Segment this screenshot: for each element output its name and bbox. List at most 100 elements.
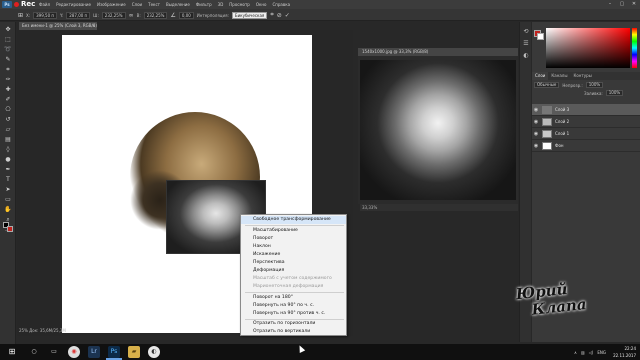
menu-filter[interactable]: Фильтр [193, 0, 215, 9]
path-select-tool-icon[interactable]: ➤ [3, 186, 13, 194]
menu-item-rotate-90-cw[interactable]: Повернуть на 90° по ч. с. [241, 302, 346, 310]
menu-window[interactable]: Окно [253, 0, 270, 9]
pen-tool-icon[interactable]: ✒ [3, 166, 13, 174]
rose-image[interactable] [360, 60, 516, 200]
interpolation-select[interactable]: Бикубическая [231, 11, 268, 19]
visibility-eye-icon[interactable]: ◉ [532, 119, 540, 125]
blur-tool-icon[interactable]: ◊ [3, 146, 13, 154]
history-panel-icon[interactable]: ⟲ [522, 28, 530, 36]
visibility-eye-icon[interactable]: ◉ [532, 131, 540, 137]
menu-item-perspective[interactable]: Перспектива [241, 259, 346, 267]
photoshop-taskbar-icon[interactable]: Ps [108, 346, 120, 358]
blend-mode-select[interactable]: Обычные [534, 82, 560, 88]
menu-item-skew[interactable]: Наклон [241, 243, 346, 251]
menu-view[interactable]: Просмотр [226, 0, 253, 9]
zoom-status[interactable]: 25% [19, 328, 28, 333]
reference-point-icon[interactable]: ⊞ [18, 12, 23, 19]
document-tab[interactable]: Без имени-1 @ 25% (Слой 3, RGB/8) * [19, 22, 97, 36]
fill-field[interactable]: 100% [605, 90, 624, 96]
close-icon[interactable]: ✕ [628, 0, 640, 9]
layer-row[interactable]: ◉ Слой 1 [532, 128, 640, 140]
quick-select-tool-icon[interactable]: ✎ [3, 56, 13, 64]
menu-select[interactable]: Выделение [163, 0, 193, 9]
adjustments-panel-icon[interactable]: ◐ [522, 52, 530, 60]
visibility-eye-icon[interactable]: ◉ [532, 107, 540, 113]
menu-separator [245, 225, 344, 226]
visibility-eye-icon[interactable]: ◉ [532, 143, 540, 149]
dodge-tool-icon[interactable]: ● [3, 156, 13, 164]
menu-help[interactable]: Справка [269, 0, 293, 9]
clock-date: 22.11.2017 [613, 353, 636, 358]
eraser-tool-icon[interactable]: ▱ [3, 126, 13, 134]
menu-item-warp[interactable]: Деформация [241, 267, 346, 275]
color-panel-background-swatch[interactable] [537, 33, 544, 40]
color-picker-field[interactable] [546, 28, 630, 68]
task-view-icon[interactable]: ▭ [48, 346, 60, 358]
healing-tool-icon[interactable]: ✚ [3, 86, 13, 94]
angle-icon: ∠ [170, 11, 176, 19]
menu-item-scale[interactable]: Масштабирование [241, 227, 346, 235]
layer-row[interactable]: ◉ Слой 2 [532, 116, 640, 128]
crop-tool-icon[interactable]: ⌗ [3, 66, 13, 74]
volume-icon[interactable]: ◁) [589, 350, 594, 355]
menu-layers[interactable]: Слои [129, 0, 145, 9]
menu-file[interactable]: Файл [36, 0, 53, 9]
background-color-swatch[interactable] [7, 226, 13, 232]
angle-field[interactable]: 0,00 [178, 11, 194, 19]
minimize-icon[interactable]: – [604, 0, 616, 9]
menu-3d[interactable]: 3D [215, 0, 227, 9]
history-brush-tool-icon[interactable]: ↺ [3, 116, 13, 124]
cancel-icon[interactable]: ⊘ [277, 12, 282, 19]
search-icon[interactable]: ○ [28, 346, 40, 358]
layer-thumbnail [542, 129, 552, 138]
network-icon[interactable]: ▥ [581, 350, 585, 355]
menu-item-flip-vertical[interactable]: Отразить по вертикали [241, 328, 346, 336]
rose-document-tab[interactable]: 1540x1000.jpg @ 33,3% (RGB/8) [358, 48, 518, 56]
tab-layers[interactable]: Слои [532, 72, 549, 80]
tray-arrow-icon[interactable]: ∧ [574, 350, 577, 355]
opacity-field[interactable]: 100% [585, 82, 604, 88]
lasso-tool-icon[interactable]: ➰ [3, 46, 13, 54]
menu-item-distort[interactable]: Искажение [241, 251, 346, 259]
maximize-icon[interactable]: ▢ [616, 0, 628, 9]
menu-item-rotate-90-ccw[interactable]: Повернуть на 90° против ч. с. [241, 310, 346, 318]
width-field[interactable]: 232,25% [101, 11, 126, 19]
windows-start-icon[interactable]: ⊞ [6, 346, 18, 358]
menu-image[interactable]: Изображение [94, 0, 129, 9]
layer-row[interactable]: ◉ Слой 3 [532, 104, 640, 116]
y-field[interactable]: 287,00 п [66, 11, 91, 19]
menu-edit[interactable]: Редактирование [53, 0, 94, 9]
stamp-tool-icon[interactable]: ⎔ [3, 106, 13, 114]
height-field[interactable]: 232,25% [143, 11, 168, 19]
properties-panel-icon[interactable]: ☰ [522, 40, 530, 48]
tab-channels[interactable]: Каналы [548, 72, 570, 80]
chrome-icon[interactable]: ◉ [68, 346, 80, 358]
taskbar-clock[interactable]: 22:24 22.11.2017 [613, 345, 636, 359]
menu-item-flip-horizontal[interactable]: Отразить по горизонтали [241, 320, 346, 328]
warp-icon[interactable]: ⌗ [270, 11, 273, 19]
check-icon[interactable]: ✓ [285, 12, 290, 19]
language-indicator[interactable]: ENG [597, 350, 606, 355]
lightroom-icon[interactable]: Lr [88, 346, 100, 358]
eyedropper-tool-icon[interactable]: ✑ [3, 76, 13, 84]
shape-tool-icon[interactable]: ▭ [3, 196, 13, 204]
hue-slider[interactable] [632, 28, 637, 68]
menu-item-rotate-180[interactable]: Поворот на 180° [241, 294, 346, 302]
menu-type[interactable]: Текст [145, 0, 163, 9]
x-field[interactable]: 399,50 п [33, 11, 58, 19]
layer-thumbnail [542, 117, 552, 126]
marquee-tool-icon[interactable]: ⬚ [3, 36, 13, 44]
file-explorer-icon[interactable]: ▰ [128, 346, 140, 358]
layer-row[interactable]: ◉ Фон [532, 140, 640, 152]
menu-item-rotate[interactable]: Поворот [241, 235, 346, 243]
tab-close-icon[interactable]: × [92, 22, 95, 30]
menu-item-free-transform[interactable]: Свободное трансформирование [241, 216, 346, 224]
link-icon[interactable]: ∞ [129, 12, 134, 19]
gradient-tool-icon[interactable]: ▤ [3, 136, 13, 144]
hand-tool-icon[interactable]: ✋ [3, 206, 13, 214]
app-taskbar-icon[interactable]: ◐ [148, 346, 160, 358]
tab-paths[interactable]: Контуры [570, 72, 594, 80]
move-tool-icon[interactable]: ✥ [3, 26, 13, 34]
type-tool-icon[interactable]: T [3, 176, 13, 184]
brush-tool-icon[interactable]: ✐ [3, 96, 13, 104]
